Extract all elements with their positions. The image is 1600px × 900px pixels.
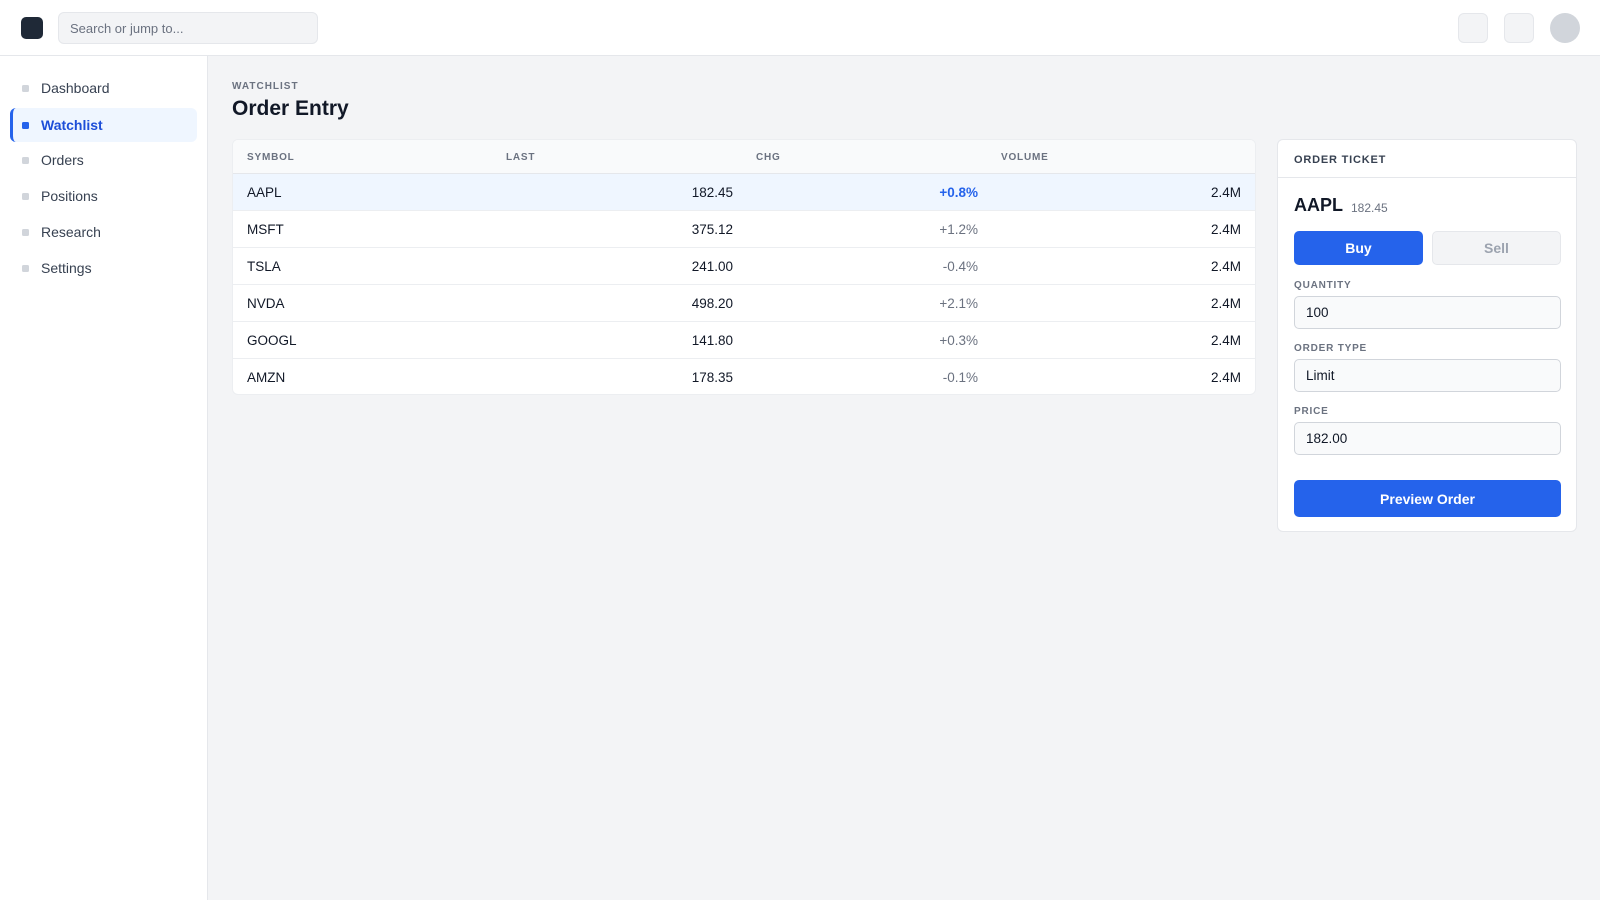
cell-volume: 2.4M [1210, 296, 1241, 311]
cell-symbol: GOOGL [247, 333, 297, 348]
column-header-symbol[interactable]: SYMBOL [247, 152, 295, 163]
column-header-chg[interactable]: CHG [756, 152, 781, 163]
cell-volume: 2.4M [1210, 185, 1241, 200]
table-row[interactable]: GOOGL 141.80 +0.3% 2.4M [233, 322, 1255, 359]
notifications-icon[interactable] [1458, 13, 1488, 43]
cell-last: 178.35 [691, 370, 733, 385]
cell-last: 182.45 [691, 185, 733, 200]
price-label: PRICE [1294, 406, 1329, 417]
cell-last: 141.80 [691, 333, 733, 348]
buy-button[interactable]: Buy [1294, 231, 1423, 265]
cell-symbol: AMZN [247, 370, 286, 385]
square-bullet-icon [22, 84, 29, 92]
cell-last: 498.20 [691, 296, 733, 311]
top-bar [0, 0, 1600, 56]
ticket-symbol: AAPL [1294, 195, 1343, 215]
square-bullet-icon [22, 156, 29, 164]
ticket-last-price: 182.45 [1351, 201, 1388, 215]
watchlist-table: SYMBOL LAST CHG VOLUME AAPL 182.45 +0.8%… [232, 139, 1256, 395]
help-icon[interactable] [1504, 13, 1534, 43]
square-bullet-icon [22, 192, 29, 200]
square-bullet-icon [22, 264, 29, 272]
avatar[interactable] [1550, 13, 1580, 43]
order-ticket: ORDER TICKET AAPL 182.45 Buy Sell QUANTI… [1277, 139, 1577, 532]
search-input[interactable] [58, 12, 318, 44]
sidebar-item-settings[interactable]: Settings [10, 251, 197, 285]
cell-chg: +2.1% [939, 296, 978, 311]
table-row[interactable]: AAPL 182.45 +0.8% 2.4M [233, 174, 1255, 211]
sidebar-item-orders[interactable]: Orders [10, 143, 197, 177]
cell-chg: -0.4% [942, 259, 978, 274]
order-type-select[interactable] [1294, 359, 1561, 392]
column-header-volume[interactable]: VOLUME [1001, 152, 1049, 163]
sidebar-item-label: Orders [41, 152, 84, 168]
sidebar-item-watchlist[interactable]: Watchlist [10, 108, 197, 142]
page-title: Order Entry [232, 97, 349, 120]
preview-order-button[interactable]: Preview Order [1294, 480, 1561, 517]
quantity-field[interactable] [1294, 296, 1561, 329]
cell-chg: +1.2% [939, 222, 978, 237]
square-bullet-icon [22, 121, 29, 129]
cell-symbol: TSLA [247, 259, 281, 274]
column-header-last[interactable]: LAST [506, 152, 535, 163]
cell-symbol: AAPL [247, 185, 282, 200]
table-header: SYMBOL LAST CHG VOLUME [233, 140, 1255, 174]
order-ticket-header: ORDER TICKET [1278, 140, 1576, 178]
main-content: WATCHLIST Order Entry SYMBOL LAST CHG VO… [208, 56, 1600, 900]
sidebar-item-label: Research [41, 224, 101, 240]
sidebar-item-label: Positions [41, 188, 98, 204]
cell-volume: 2.4M [1210, 259, 1241, 274]
cell-last: 241.00 [691, 259, 733, 274]
sidebar-item-dashboard[interactable]: Dashboard [10, 71, 197, 105]
quantity-label: QUANTITY [1294, 280, 1352, 291]
cell-chg: +0.8% [939, 185, 978, 200]
sidebar-item-label: Settings [41, 260, 92, 276]
cell-symbol: MSFT [247, 222, 284, 237]
cell-chg: +0.3% [939, 333, 978, 348]
cell-volume: 2.4M [1210, 333, 1241, 348]
sidebar-item-label: Watchlist [41, 117, 103, 133]
cell-volume: 2.4M [1210, 222, 1241, 237]
square-bullet-icon [22, 228, 29, 236]
cell-chg: -0.1% [942, 370, 978, 385]
table-row[interactable]: TSLA 241.00 -0.4% 2.4M [233, 248, 1255, 285]
cell-symbol: NVDA [247, 296, 285, 311]
table-row[interactable]: MSFT 375.12 +1.2% 2.4M [233, 211, 1255, 248]
order-type-label: ORDER TYPE [1294, 343, 1368, 354]
sidebar-item-positions[interactable]: Positions [10, 179, 197, 213]
cell-last: 375.12 [691, 222, 733, 237]
table-row[interactable]: AMZN 178.35 -0.1% 2.4M [233, 359, 1255, 394]
price-field[interactable] [1294, 422, 1561, 455]
order-ticket-title: ORDER TICKET [1294, 154, 1387, 166]
app-logo-icon[interactable] [21, 17, 43, 39]
sell-button[interactable]: Sell [1432, 231, 1561, 265]
sidebar-item-research[interactable]: Research [10, 215, 197, 249]
cell-volume: 2.4M [1210, 370, 1241, 385]
sidebar-item-label: Dashboard [41, 80, 110, 96]
sidebar: Dashboard Watchlist Orders Positions Res… [0, 56, 208, 900]
table-row[interactable]: NVDA 498.20 +2.1% 2.4M [233, 285, 1255, 322]
breadcrumb: WATCHLIST [232, 81, 299, 92]
